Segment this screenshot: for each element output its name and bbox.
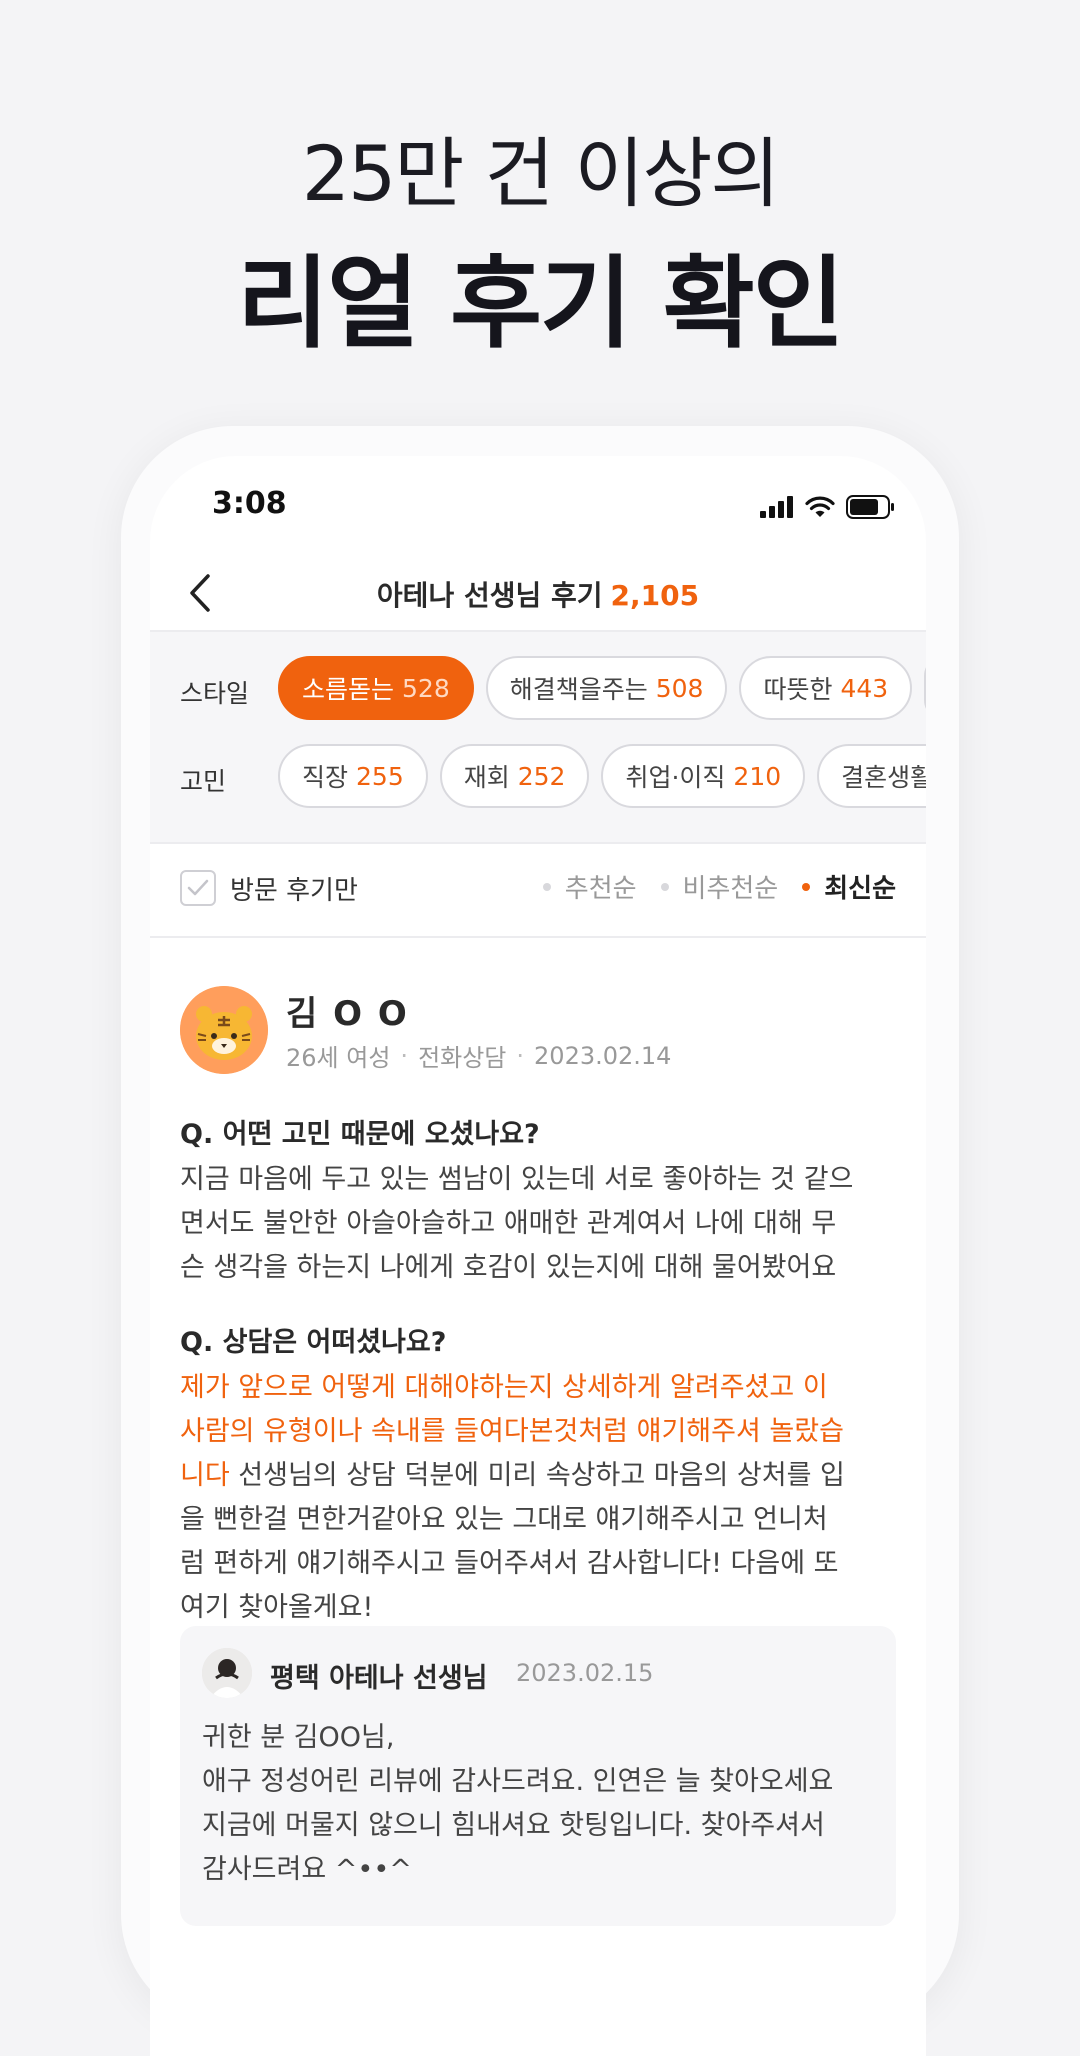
- check-icon: [187, 879, 209, 896]
- answer-2-line: 선생님의 상담 덕분에 미리 속상하고 마음의 상처를 입: [229, 1460, 845, 1491]
- reply-line: 지금에 머물지 않으니 힘내셔요 핫팅입니다. 찾아주셔서: [202, 1810, 825, 1841]
- dot-icon: [802, 882, 811, 891]
- chip-concern-3[interactable]: 결혼생활: [817, 744, 926, 808]
- chip-label: 취업·이직: [625, 763, 726, 792]
- reply-line: 귀한 분 김OO님,: [202, 1722, 395, 1753]
- answer-2-line: 을 뻔한걸 면한거같아요 있는 그대로 얘기해주시고 언니처: [180, 1504, 828, 1535]
- answer-2: 제가 앞으로 어떻게 대해야하는지 상세하게 알려주셨고 이 사람의 유형이나 …: [180, 1366, 896, 1630]
- chip-style-0[interactable]: 소름돋는 528: [278, 656, 474, 720]
- reply-line: 애구 정성어린 리뷰에 감사드려요. 인연은 늘 찾아오세요: [202, 1766, 834, 1797]
- battery-icon: [846, 495, 894, 519]
- dot-icon: [542, 882, 551, 891]
- chip-label: 해결책을주는: [509, 675, 648, 704]
- teacher-reply: 평택 아테나 선생님 2023.02.15 귀한 분 김OO님, 애구 정성어린…: [180, 1626, 896, 1926]
- page-title: 아테나 선생님 후기 2,105: [150, 574, 926, 614]
- question-2: Q. 상담은 어떠셨나요?: [180, 1327, 447, 1358]
- sort-not-recommended[interactable]: 비추천순: [660, 868, 779, 905]
- consult-type: 전화상담: [418, 1044, 507, 1072]
- sort-label: 추천순: [564, 874, 637, 904]
- sort-recommended[interactable]: 추천순: [542, 868, 637, 905]
- answer-1-line: 면서도 불안한 아슬아슬하고 애매한 관계여서 나에 대해 무: [180, 1208, 837, 1239]
- concern-chips: 직장 255 재회 252 취업·이직 210 결혼생활: [278, 744, 926, 808]
- chip-count: 255: [356, 761, 404, 791]
- avatar: [180, 986, 268, 1074]
- filter-panel: 스타일 소름돋는 528 해결책을주는 508 따뜻한 443 고민 직장 255 재회…: [150, 630, 926, 844]
- chip-label: 재회: [463, 763, 510, 792]
- sort-bar: 방문 후기만 추천순 비추천순 최신순: [150, 840, 926, 938]
- chip-count: 252: [517, 761, 566, 791]
- tiger-avatar-icon: [180, 986, 268, 1074]
- sort-label: 비추천순: [682, 874, 779, 904]
- teacher-name: 평택 아테나 선생님: [270, 1663, 488, 1694]
- sort-latest[interactable]: 최신순: [802, 868, 896, 905]
- answer-2-highlight-line: 니다: [180, 1460, 230, 1491]
- answer-1: 지금 마음에 두고 있는 썸남이 있는데 서로 좋아하는 것 같으 면서도 불안…: [180, 1158, 896, 1290]
- review-count: 2,105: [610, 579, 700, 612]
- reviewer-age-gender: 26세 여성: [286, 1044, 391, 1072]
- chip-style-2[interactable]: 따뜻한 443: [739, 656, 913, 720]
- style-chips: 소름돋는 528 해결책을주는 508 따뜻한 443: [278, 656, 926, 720]
- concern-filter-row: 고민 직장 255 재회 252 취업·이직 210 결혼생활: [150, 744, 926, 812]
- teacher-avatar: [202, 1648, 252, 1698]
- review-date: 2023.02.14: [534, 1041, 672, 1070]
- reply-text: 귀한 분 김OO님, 애구 정성어린 리뷰에 감사드려요. 인연은 늘 찾아오세…: [202, 1716, 882, 1892]
- review-meta: 26세 여성 · 전화상담 · 2023.02.14: [286, 1038, 671, 1073]
- chip-count: 443: [840, 673, 889, 703]
- visit-only-checkbox[interactable]: [180, 870, 216, 906]
- chip-style-1[interactable]: 해결책을주는 508: [485, 656, 728, 720]
- chip-concern-1[interactable]: 재회 252: [439, 744, 590, 808]
- page-title-text: 아테나 선생님 후기: [376, 579, 603, 612]
- dot-icon: [660, 882, 669, 891]
- chip-style-more[interactable]: [924, 656, 926, 720]
- question-1: Q. 어떤 고민 때문에 오셨나요?: [180, 1119, 540, 1150]
- chip-count: 528: [402, 673, 450, 703]
- teacher-photo-icon: [202, 1648, 252, 1698]
- wifi-icon: [805, 496, 835, 517]
- reply-line: 감사드려요 ^••^: [202, 1854, 412, 1885]
- answer-1-line: 슨 생각을 하는지 나에게 호감이 있는지에 대해 물어봤어요: [180, 1252, 837, 1283]
- answer-2-line: 여기 찾아올게요!: [180, 1592, 374, 1623]
- status-time: 3:08: [212, 486, 287, 521]
- sort-options: 추천순 비추천순 최신순: [542, 868, 896, 905]
- signal-icon: [760, 496, 793, 518]
- status-icons: [760, 492, 896, 522]
- phone-screen: 3:08 아테나 선생님 후기 2,105 스타일 소름돋는 528 해결책을주…: [150, 456, 926, 2056]
- style-filter-row: 스타일 소름돋는 528 해결책을주는 508 따뜻한 443: [150, 656, 926, 724]
- chip-count: 210: [733, 761, 782, 791]
- reply-date: 2023.02.15: [516, 1659, 654, 1687]
- answer-2-highlight-line: 제가 앞으로 어떻게 대해야하는지 상세하게 알려주셨고 이: [180, 1372, 828, 1403]
- chip-concern-0[interactable]: 직장 255: [278, 744, 428, 808]
- nav-bar: 아테나 선생님 후기 2,105: [150, 556, 926, 630]
- headline-line-1: 25만 건 이상의: [301, 129, 781, 218]
- chip-label: 직장: [302, 763, 349, 792]
- status-bar: 3:08: [150, 456, 926, 546]
- chip-count: 508: [655, 673, 704, 703]
- chip-concern-2[interactable]: 취업·이직 210: [601, 744, 806, 808]
- answer-2-line: 럼 편하게 얘기해주시고 들어주셔서 감사합니다! 다음에 또: [180, 1548, 839, 1579]
- style-filter-label: 스타일: [180, 679, 250, 708]
- visit-only-label: 방문 후기만: [230, 876, 358, 906]
- meta-separator: ·: [400, 1041, 409, 1070]
- chip-label: 결혼생활: [841, 763, 926, 792]
- sort-label: 최신순: [824, 874, 896, 904]
- headline-line-2: 리얼 후기 확인: [237, 245, 845, 362]
- chip-label: 소름돋는: [302, 675, 395, 704]
- chip-label: 따뜻한: [763, 675, 833, 704]
- answer-2-highlight-line: 사람의 유형이나 속내를 들여다본것처럼 얘기해주셔 놀랐습: [180, 1416, 844, 1447]
- reviewer-name: 김 O O: [286, 994, 409, 1034]
- concern-filter-label: 고민: [180, 767, 227, 796]
- answer-1-line: 지금 마음에 두고 있는 썸남이 있는데 서로 좋아하는 것 같으: [180, 1164, 854, 1195]
- meta-separator: ·: [516, 1041, 525, 1070]
